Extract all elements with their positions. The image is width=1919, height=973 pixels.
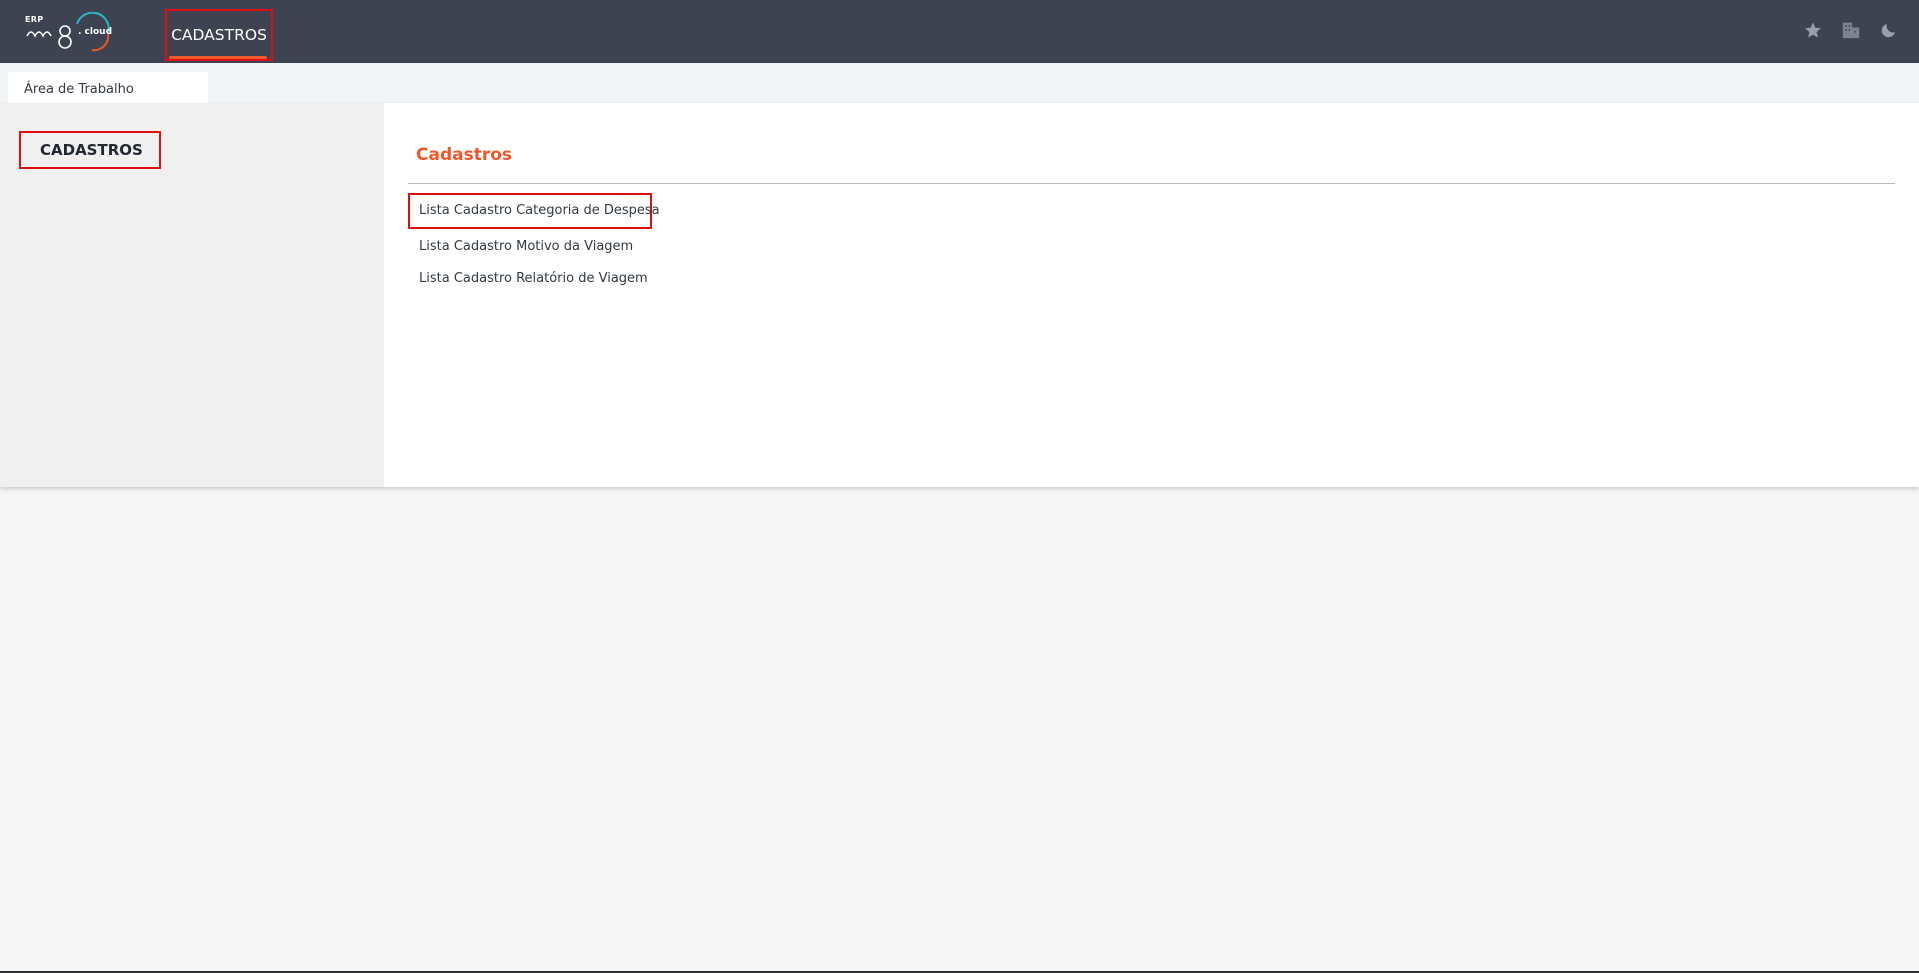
logo-cloud-text: . cloud: [78, 27, 113, 37]
nav-cadastros-label: CADASTROS: [171, 26, 267, 44]
erp-m8-cloud-logo[interactable]: ERP . cloud: [22, 12, 117, 52]
star-icon[interactable]: [1803, 20, 1823, 40]
link-categoria-despesa[interactable]: Lista Cadastro Categoria de Despesa: [408, 193, 660, 229]
building-icon[interactable]: [1841, 20, 1861, 40]
link-motivo-viagem[interactable]: Lista Cadastro Motivo da Viagem: [408, 229, 659, 261]
link-relatorio-viagem[interactable]: Lista Cadastro Relatório de Viagem: [408, 261, 659, 293]
sidebar-item-cadastros[interactable]: CADASTROS: [19, 131, 161, 169]
sidebar: CADASTROS: [0, 103, 384, 487]
main-content: Cadastros Lista Cadastro Categoria de De…: [384, 103, 1919, 487]
section-divider: [408, 183, 1895, 184]
moon-icon[interactable]: [1879, 20, 1899, 40]
tab-label: Área de Trabalho: [24, 82, 134, 97]
tab-area-de-trabalho[interactable]: Área de Trabalho: [8, 72, 208, 103]
nav-cadastros[interactable]: CADASTROS: [165, 9, 273, 61]
sidebar-item-label: CADASTROS: [40, 141, 143, 159]
content-panel: CADASTROS Cadastros Lista Cadastro Categ…: [0, 103, 1919, 487]
tab-strip: Área de Trabalho: [0, 63, 1919, 103]
active-indicator: [169, 56, 267, 59]
section-title: Cadastros: [416, 145, 513, 165]
topbar-actions: [1803, 20, 1899, 40]
link-list: Lista Cadastro Categoria de Despesa List…: [408, 193, 660, 293]
logo-erp-text: ERP: [25, 15, 44, 24]
top-navbar: ERP . cloud CADASTROS: [0, 0, 1919, 63]
